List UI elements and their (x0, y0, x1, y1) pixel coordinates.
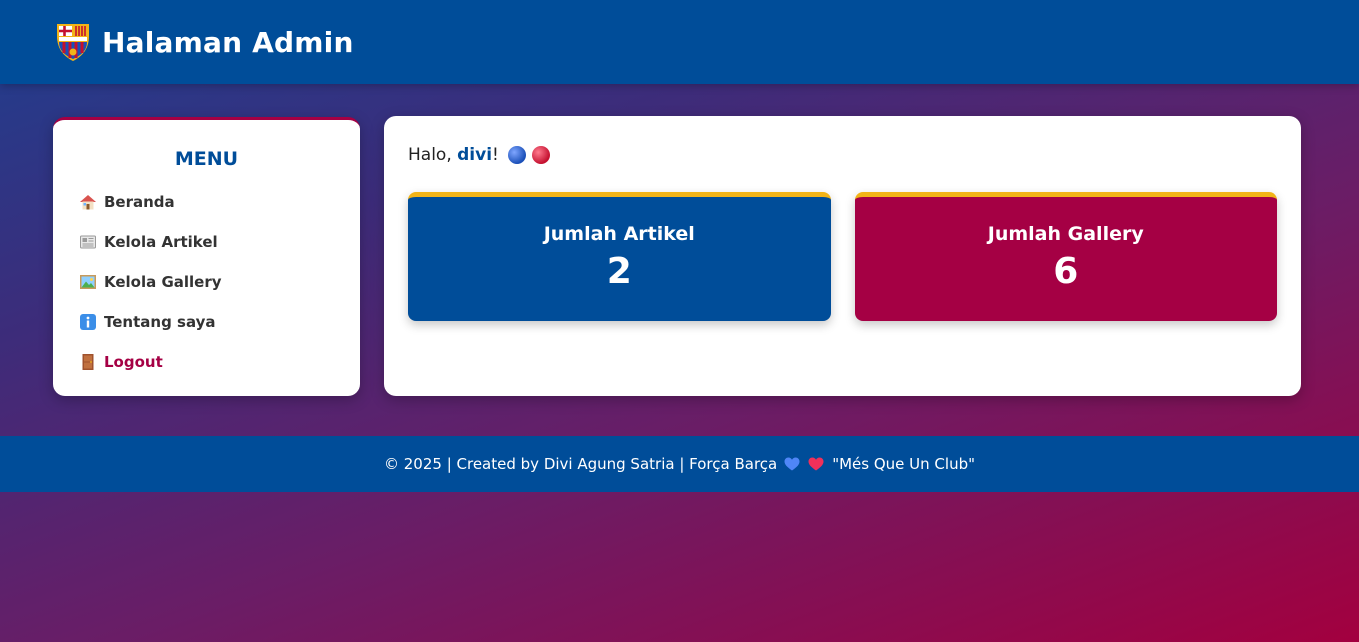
stat-card-value: 6 (1053, 251, 1079, 292)
greeting: Halo, divi ! (408, 142, 1277, 168)
page-footer: © 2025 | Created by Divi Agung Satria | … (0, 436, 1359, 492)
stat-card-title: Jumlah Gallery (987, 223, 1144, 245)
house-icon (80, 195, 96, 210)
page-title: Halaman Admin (102, 25, 354, 59)
app-header: Halaman Admin (0, 0, 1359, 84)
picture-icon (80, 275, 96, 289)
sidebar-menu: MENU Beranda Kelola Artikel Kelola Galle… (53, 117, 360, 396)
sidebar-item-tentang-saya[interactable]: Tentang saya (79, 302, 334, 342)
footer-text: © 2025 | Created by Divi Agung Satria | … (383, 455, 778, 473)
footer-motto: "Més Que Un Club" (832, 455, 976, 473)
door-icon (82, 354, 94, 370)
menu-list: Beranda Kelola Artikel Kelola Gallery Te… (79, 182, 334, 382)
main-panel: Halo, divi ! Jumlah Artikel 2 Jumlah Gal… (384, 116, 1301, 396)
sidebar-item-label: Beranda (104, 193, 175, 211)
stats-cards: Jumlah Artikel 2 Jumlah Gallery 6 (408, 192, 1277, 321)
sidebar-item-label: Logout (104, 353, 163, 371)
blue-heart-icon (784, 457, 800, 471)
sidebar-item-kelola-artikel[interactable]: Kelola Artikel (79, 222, 334, 262)
username: divi (457, 145, 493, 165)
stat-card-title: Jumlah Artikel (543, 223, 695, 245)
sidebar-item-label: Kelola Artikel (104, 233, 218, 251)
blue-ball-icon (507, 146, 526, 164)
sidebar-item-beranda[interactable]: Beranda (79, 182, 334, 222)
stat-card-artikel: Jumlah Artikel 2 (408, 192, 831, 321)
fcb-crest-icon (57, 24, 89, 61)
stat-card-gallery: Jumlah Gallery 6 (854, 192, 1277, 321)
stat-card-value: 2 (606, 251, 632, 292)
sidebar-item-kelola-gallery[interactable]: Kelola Gallery (79, 262, 334, 302)
newspaper-icon (80, 235, 96, 249)
greeting-suffix: ! (492, 145, 499, 165)
greeting-prefix: Halo, (408, 145, 458, 165)
menu-title: MENU (174, 148, 239, 170)
sidebar-item-logout[interactable]: Logout (79, 342, 334, 382)
red-heart-icon (808, 457, 824, 471)
sidebar-item-label: Tentang saya (104, 313, 216, 331)
red-ball-icon (531, 146, 550, 164)
sidebar-item-label: Kelola Gallery (104, 273, 222, 291)
info-icon (80, 314, 96, 330)
